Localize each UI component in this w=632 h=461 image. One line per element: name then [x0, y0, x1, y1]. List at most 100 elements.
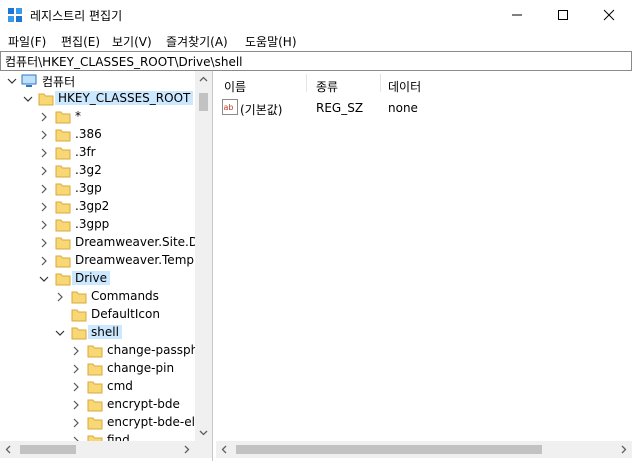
- tree-label-computer: 컴퓨터: [42, 75, 76, 89]
- folder-icon: [55, 183, 71, 196]
- chevron-down-icon[interactable]: [54, 326, 66, 340]
- tree-item[interactable]: .3gp2: [0, 198, 195, 216]
- tree-item-shell[interactable]: shell: [0, 324, 195, 342]
- computer-icon: [21, 74, 37, 87]
- tree-label: *: [75, 109, 81, 123]
- registry-editor-icon: [8, 8, 22, 22]
- tree-label: .3gpp: [75, 217, 110, 231]
- folder-icon: [71, 309, 87, 322]
- chevron-right-icon[interactable]: [54, 290, 66, 304]
- folder-icon: [87, 399, 103, 412]
- tree-item[interactable]: .3gpp: [0, 216, 195, 234]
- column-divider[interactable]: [380, 74, 381, 92]
- menu-file[interactable]: 파일(F): [8, 33, 46, 50]
- tree-label: cmd: [107, 379, 133, 393]
- tree-label: .3gp2: [75, 199, 110, 213]
- tree-pane[interactable]: 컴퓨터 HKEY_CLASSES_ROOT * .386 .3fr .3g2 .…: [0, 71, 213, 461]
- folder-icon: [87, 381, 103, 394]
- tree-item[interactable]: *: [0, 108, 195, 126]
- tree-horizontal-scrollbar[interactable]: [0, 441, 212, 458]
- tree-item[interactable]: change-passphr: [0, 342, 203, 360]
- chevron-right-icon[interactable]: [70, 362, 82, 376]
- chevron-right-icon[interactable]: [38, 254, 50, 268]
- scroll-up-icon[interactable]: [199, 75, 208, 84]
- chevron-down-icon[interactable]: [38, 272, 50, 286]
- tree-item[interactable]: Dreamweaver.Site.Def: [0, 234, 210, 252]
- chevron-right-icon[interactable]: [38, 236, 50, 250]
- chevron-right-icon[interactable]: [38, 200, 50, 214]
- tree-item[interactable]: .386: [0, 126, 195, 144]
- tree-item[interactable]: encrypt-bde-ele: [0, 414, 202, 432]
- svg-text:ab: ab: [224, 103, 234, 112]
- folder-icon: [55, 147, 71, 160]
- tree-item[interactable]: .3gp: [0, 180, 195, 198]
- tree-item[interactable]: Commands: [0, 288, 195, 306]
- chevron-down-icon[interactable]: [6, 74, 18, 88]
- scroll-left-icon[interactable]: [4, 445, 13, 454]
- folder-icon: [55, 255, 71, 268]
- column-header-type[interactable]: 종류: [316, 78, 338, 95]
- tree-label: change-passphr: [107, 343, 204, 357]
- folder-icon: [87, 417, 103, 430]
- menu-favorites[interactable]: 즐겨찾기(A): [166, 33, 228, 50]
- menu-help[interactable]: 도움말(H): [245, 33, 297, 50]
- folder-icon: [38, 93, 54, 106]
- menu-edit[interactable]: 편집(E): [61, 33, 100, 50]
- scroll-thumb[interactable]: [20, 445, 76, 454]
- tree-item[interactable]: Dreamweaver.Templat: [0, 252, 209, 270]
- minimize-button[interactable]: [494, 0, 540, 30]
- tree-label: .3gp: [75, 181, 102, 195]
- tree-item[interactable]: .3fr: [0, 144, 195, 162]
- values-pane[interactable]: 이름 종류 데이터 ab (기본값) REG_SZ none: [216, 71, 632, 461]
- values-horizontal-scrollbar[interactable]: [216, 441, 632, 458]
- tree-item-drive[interactable]: Drive: [0, 270, 195, 288]
- tree-item[interactable]: .3g2: [0, 162, 195, 180]
- chevron-right-icon[interactable]: [70, 344, 82, 358]
- tree-label: Dreamweaver.Templat: [75, 253, 210, 267]
- column-header-data[interactable]: 데이터: [388, 78, 421, 95]
- tree-item[interactable]: cmd: [0, 378, 195, 396]
- column-header-name[interactable]: 이름: [224, 78, 246, 95]
- folder-icon: [55, 237, 71, 250]
- address-bar[interactable]: 컴퓨터\HKEY_CLASSES_ROOT\Drive\shell: [0, 51, 632, 71]
- chevron-right-icon[interactable]: [38, 218, 50, 232]
- value-name: (기본값): [240, 103, 283, 117]
- tree-item[interactable]: encrypt-bde: [0, 396, 195, 414]
- folder-icon: [55, 219, 71, 232]
- menu-view[interactable]: 보기(V): [112, 33, 152, 50]
- chevron-right-icon[interactable]: [70, 398, 82, 412]
- close-icon: [603, 9, 615, 21]
- tree-item[interactable]: DefaultIcon: [0, 306, 195, 324]
- address-path[interactable]: 컴퓨터\HKEY_CLASSES_ROOT\Drive\shell: [5, 53, 243, 70]
- tree-vertical-scrollbar[interactable]: [195, 71, 212, 441]
- scroll-left-icon[interactable]: [220, 445, 229, 454]
- tree-item-computer[interactable]: 컴퓨터: [0, 72, 195, 90]
- chevron-right-icon[interactable]: [38, 110, 50, 124]
- tree-label-drive: Drive: [72, 271, 110, 285]
- maximize-button[interactable]: [540, 0, 586, 30]
- chevron-right-icon[interactable]: [38, 182, 50, 196]
- chevron-right-icon[interactable]: [38, 164, 50, 178]
- title-bar: 레지스트리 편집기: [0, 0, 632, 30]
- chevron-right-icon[interactable]: [38, 128, 50, 142]
- column-divider[interactable]: [306, 74, 307, 92]
- window-title: 레지스트리 편집기: [30, 9, 123, 23]
- chevron-down-icon[interactable]: [22, 92, 34, 106]
- tree-item-hkcr[interactable]: HKEY_CLASSES_ROOT: [0, 90, 195, 108]
- scroll-thumb[interactable]: [199, 93, 208, 111]
- folder-open-icon: [71, 327, 87, 340]
- folder-icon: [55, 111, 71, 124]
- scroll-right-icon[interactable]: [619, 445, 628, 454]
- close-button[interactable]: [586, 0, 632, 30]
- scroll-down-icon[interactable]: [199, 428, 208, 437]
- chevron-right-icon[interactable]: [38, 146, 50, 160]
- scroll-right-icon[interactable]: [182, 445, 191, 454]
- folder-icon: [71, 291, 87, 304]
- tree-label: change-pin: [107, 361, 175, 375]
- tree-label: .386: [75, 127, 102, 141]
- chevron-right-icon[interactable]: [70, 380, 82, 394]
- scroll-thumb[interactable]: [236, 445, 542, 454]
- chevron-right-icon[interactable]: [70, 416, 82, 430]
- value-type: REG_SZ: [316, 101, 364, 115]
- tree-item[interactable]: change-pin: [0, 360, 195, 378]
